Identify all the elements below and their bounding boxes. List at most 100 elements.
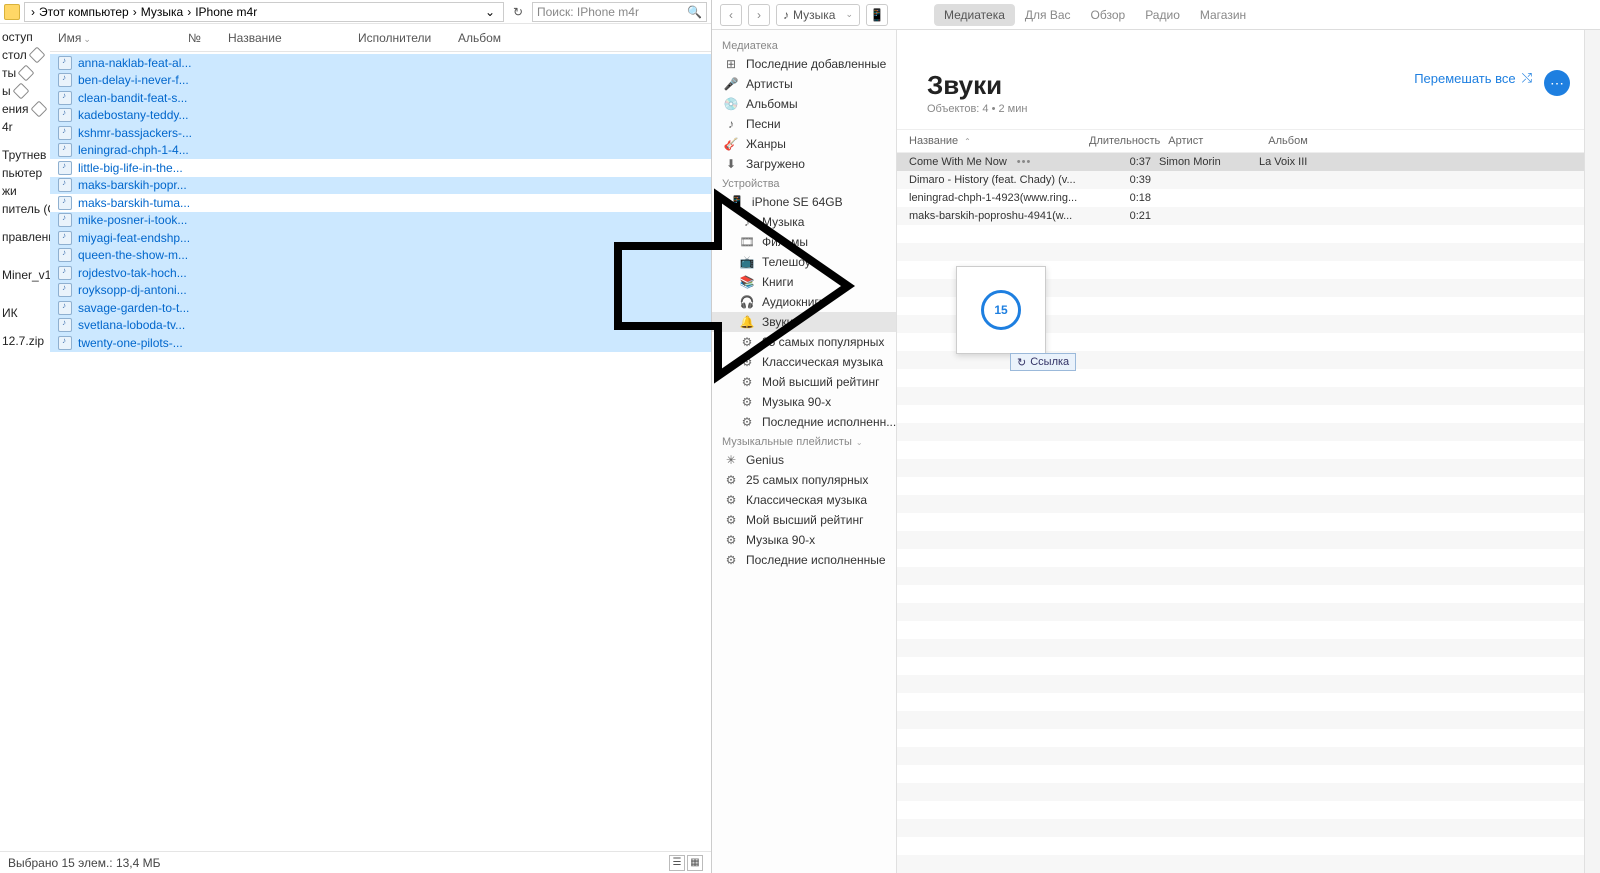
track-list[interactable]: Come With Me Now•••0:37Simon MorinLa Voi… [897,153,1600,873]
sidebar-item[interactable]: ⊞Последние добавленные [712,54,896,74]
sidebar-item[interactable]: ⚙Музыка 90-х [712,392,896,412]
forward-button[interactable]: › [748,4,770,26]
file-name[interactable]: twenty-one-pilots-... [78,336,183,350]
tab-магазин[interactable]: Магазин [1190,4,1256,26]
nav-item[interactable]: ИК [0,304,50,322]
track-more-icon[interactable]: ••• [1013,156,1036,168]
file-name[interactable]: savage-garden-to-t... [78,301,189,315]
file-row[interactable]: leningrad-chph-1-4... [50,142,711,160]
file-name[interactable]: miyagi-feat-endshp... [78,231,190,245]
sidebar-item[interactable]: ⚙Последние исполненн... [712,412,896,432]
sidebar-item[interactable]: ⚙Мой высший рейтинг [712,372,896,392]
device-button[interactable]: 📱 [866,4,888,26]
view-details-button[interactable]: ☰ [669,855,685,871]
back-button[interactable]: ‹ [720,4,742,26]
sidebar-item[interactable]: ⚙Мой высший рейтинг [712,510,896,530]
file-name[interactable]: kshmr-bassjackers-... [78,126,192,140]
device-root[interactable]: ▼ 📱 iPhone SE 64GB [712,192,896,212]
view-icons-button[interactable]: ▦ [687,855,703,871]
nav-item[interactable]: ты [0,64,50,82]
col-artist[interactable]: Исполнители [350,31,450,45]
nav-item[interactable]: Miner_v1. [0,266,50,284]
col-no[interactable]: № [180,31,220,45]
file-name[interactable]: queen-the-show-m... [78,248,188,262]
nav-item[interactable]: стол [0,46,50,64]
itunes-sidebar[interactable]: Медиатека ⊞Последние добавленные🎤Артисты… [712,30,897,873]
column-headers[interactable]: Имя⌄ № Название Исполнители Альбом [50,24,711,52]
tcol-album[interactable]: Альбом [1268,135,1588,147]
nav-item[interactable]: Трутнев [0,146,50,164]
file-row[interactable]: mike-posner-i-took... [50,212,711,230]
file-row[interactable]: ben-delay-i-never-f... [50,72,711,90]
file-name[interactable]: rojdestvo-tak-hoch... [78,266,187,280]
sidebar-item[interactable]: 🎸Жанры [712,134,896,154]
track-row[interactable]: Come With Me Now•••0:37Simon MorinLa Voi… [897,153,1600,171]
sidebar-item[interactable]: 🎞Фильмы [712,232,896,252]
scrollbar[interactable] [1584,30,1600,873]
file-name[interactable]: svetlana-loboda-tv... [78,318,185,332]
sidebar-item[interactable]: ⚙Музыка 90-х [712,530,896,550]
tab-обзор[interactable]: Обзор [1081,4,1136,26]
address-bar[interactable]: › Этот компьютер › Музыка › IPhone m4r ⌄ [24,2,504,22]
file-name[interactable]: ben-delay-i-never-f... [78,73,189,87]
file-row[interactable]: little-big-life-in-the... [50,159,711,177]
tab-для вас[interactable]: Для Вас [1015,4,1081,26]
file-row[interactable]: maks-barskih-popr... [50,177,711,195]
breadcrumb-part[interactable]: Музыка [141,5,183,19]
track-row[interactable]: maks-barskih-poproshu-4941(w...0:21 [897,207,1600,225]
file-name[interactable]: maks-barskih-tuma... [78,196,190,210]
nav-item[interactable]: питель (С [0,200,50,218]
file-name[interactable]: maks-barskih-popr... [78,178,187,192]
file-row[interactable]: queen-the-show-m... [50,247,711,265]
col-title[interactable]: Название [220,31,350,45]
sidebar-item[interactable]: 📺Телешоу [712,252,896,272]
track-row[interactable]: leningrad-chph-1-4923(www.ring...0:18 [897,189,1600,207]
nav-item[interactable]: 4r [0,118,50,136]
file-row[interactable]: rojdestvo-tak-hoch... [50,264,711,282]
sidebar-item[interactable]: 💿Альбомы [712,94,896,114]
breadcrumb-part[interactable]: IPhone m4r [195,5,257,19]
chevron-down-icon[interactable]: ⌄ [481,5,499,19]
file-row[interactable]: svetlana-loboda-tv... [50,317,711,335]
file-name[interactable]: kadebostany-teddy... [78,108,189,122]
breadcrumb-part[interactable]: Этот компьютер [39,5,129,19]
file-row[interactable]: maks-barskih-tuma... [50,194,711,212]
track-row[interactable]: Dimaro - History (feat. Chady) (v...0:39 [897,171,1600,189]
sidebar-item[interactable]: ⚙Классическая музыка [712,490,896,510]
nav-item[interactable]: 12.7.zip [0,332,50,350]
sidebar-item[interactable]: ⚙Последние исполненные [712,550,896,570]
sidebar-item[interactable]: ⚙Классическая музыка [712,352,896,372]
nav-item[interactable]: жи [0,182,50,200]
file-row[interactable]: royksopp-dj-antoni... [50,282,711,300]
file-list[interactable]: anna-naklab-feat-al... ben-delay-i-never-… [50,52,711,851]
sidebar-item[interactable]: ⚙25 самых популярных [712,332,896,352]
tab-радио[interactable]: Радио [1135,4,1190,26]
nav-item[interactable]: ы [0,82,50,100]
triangle-icon[interactable]: ▼ [716,198,724,207]
file-row[interactable]: twenty-one-pilots-... [50,334,711,352]
sidebar-item[interactable]: ⚙25 самых популярных [712,470,896,490]
file-name[interactable]: anna-naklab-feat-al... [78,56,191,70]
col-name[interactable]: Имя⌄ [50,31,180,45]
media-type-selector[interactable]: ♪ Музыка ⌄ [776,4,860,26]
file-row[interactable]: clean-bandit-feat-s... [50,89,711,107]
tab-медиатека[interactable]: Медиатека [934,4,1015,26]
tcol-duration[interactable]: Длительность [1089,135,1168,147]
nav-item[interactable]: правлени [0,228,50,246]
file-row[interactable]: anna-naklab-feat-al... [50,54,711,72]
sidebar-item[interactable]: ⬇Загружено [712,154,896,174]
sidebar-item[interactable]: ✳Genius [712,450,896,470]
file-row[interactable]: savage-garden-to-t... [50,299,711,317]
file-name[interactable]: mike-posner-i-took... [78,213,187,227]
track-columns[interactable]: Название⌃ Длительность Артист Альбом [897,129,1600,153]
file-name[interactable]: little-big-life-in-the... [78,161,183,175]
file-name[interactable]: leningrad-chph-1-4... [78,143,189,157]
search-input[interactable]: Поиск: IPhone m4r 🔍 [532,2,707,22]
sidebar-item[interactable]: 🔔Звуки [712,312,896,332]
file-row[interactable]: kadebostany-teddy... [50,107,711,125]
sidebar-item[interactable]: 🎤Артисты [712,74,896,94]
nav-item[interactable]: оступ [0,28,50,46]
file-row[interactable]: kshmr-bassjackers-... [50,124,711,142]
sidebar-item[interactable]: ♪Песни [712,114,896,134]
nav-item[interactable]: пьютер [0,164,50,182]
